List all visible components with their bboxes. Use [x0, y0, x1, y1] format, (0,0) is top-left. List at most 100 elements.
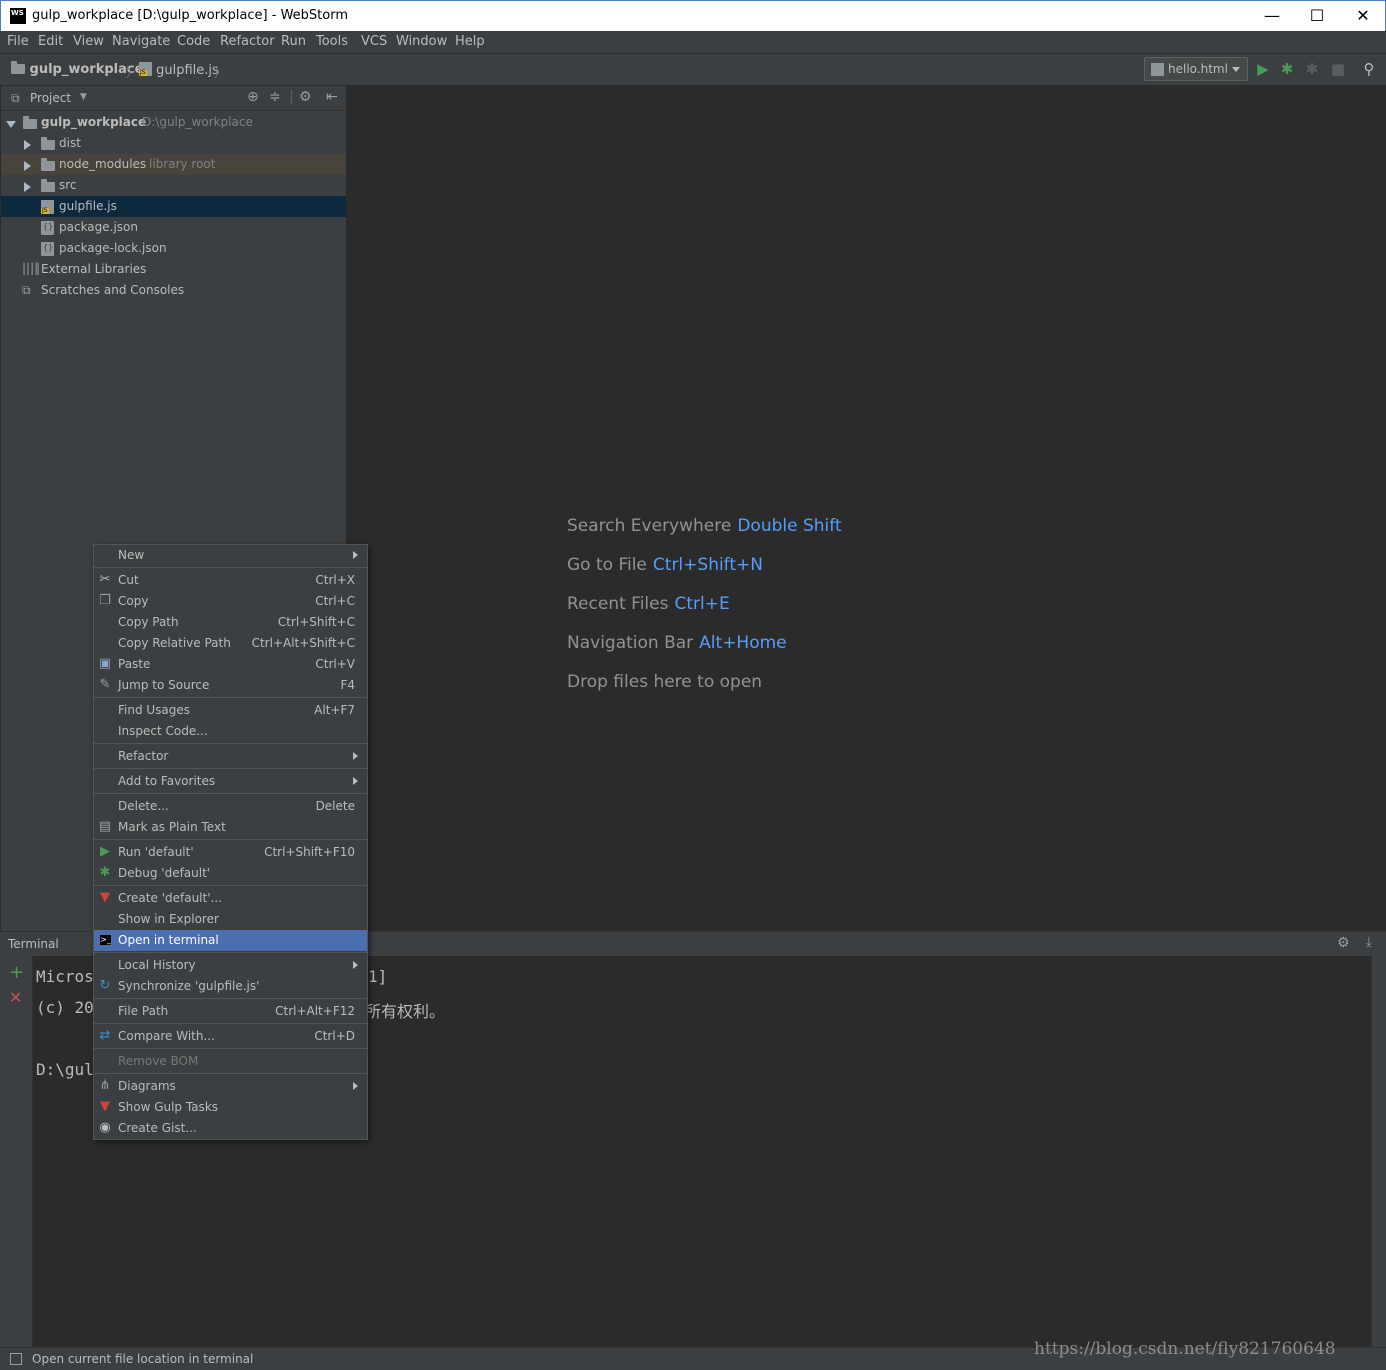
editor-area[interactable]: Search Everywhere Double Shift Go to File…: [346, 86, 1386, 931]
tree-item-scratches[interactable]: ⧉ Scratches and Consoles: [1, 280, 347, 301]
tree-item-package-json[interactable]: package.json: [1, 217, 347, 238]
menu-item-delete[interactable]: Delete... Delete: [94, 796, 367, 817]
menu-item-find-usages[interactable]: Find Usages Alt+F7: [94, 700, 367, 721]
menu-item-show-in-explorer[interactable]: Show in Explorer: [94, 909, 367, 930]
menu-separator: [94, 1048, 367, 1049]
diagram-icon: ⋔: [99, 1078, 111, 1093]
collapse-all-icon[interactable]: ≑: [269, 89, 281, 105]
hide-panel-icon[interactable]: ⇤: [326, 89, 338, 105]
menu-item-open-in-terminal[interactable]: >_ Open in terminal: [94, 930, 367, 951]
hint-go-to-file: Go to File Ctrl+Shift+N: [567, 555, 763, 575]
chevron-down-icon: [1232, 67, 1240, 72]
menu-refactor[interactable]: Refactor: [220, 34, 275, 49]
scroll-from-source-icon[interactable]: ⊕: [247, 89, 259, 105]
chevron-right-icon[interactable]: [24, 182, 31, 192]
menu-item-copy-path[interactable]: Copy Path Ctrl+Shift+C: [94, 612, 367, 633]
tree-item-gulpfile-js[interactable]: gulpfile.js: [1, 196, 347, 217]
terminal-scrollbar[interactable]: [1371, 956, 1386, 1347]
menu-item-refactor[interactable]: Refactor: [94, 746, 367, 767]
menu-edit[interactable]: Edit: [38, 34, 63, 49]
menu-item-copy-relative-path[interactable]: Copy Relative Path Ctrl+Alt+Shift+C: [94, 633, 367, 654]
menu-item-cut[interactable]: ✂ Cut Ctrl+X: [94, 570, 367, 591]
menu-separator: [94, 885, 367, 886]
minimize-button[interactable]: —: [1249, 1, 1295, 31]
menu-item-create-default[interactable]: ▼ Create 'default'...: [94, 888, 367, 909]
menu-separator: [94, 1023, 367, 1024]
maximize-button[interactable]: ☐: [1294, 1, 1340, 31]
close-session-icon[interactable]: ✕: [9, 988, 22, 1007]
add-session-icon[interactable]: +: [9, 962, 24, 983]
menu-run[interactable]: Run: [281, 34, 306, 49]
menu-item-paste[interactable]: ▣ Paste Ctrl+V: [94, 654, 367, 675]
chevron-right-icon[interactable]: [24, 161, 31, 171]
tree-item-external-libraries[interactable]: |||‖ External Libraries: [1, 259, 347, 280]
stop-icon[interactable]: ■: [1329, 60, 1347, 78]
menu-separator: [94, 839, 367, 840]
run-icon[interactable]: ▶: [1254, 60, 1272, 78]
tree-item-gulp-workplace[interactable]: gulp_workplace D:\gulp_workplace: [1, 112, 347, 133]
project-view-selector[interactable]: Project: [30, 91, 71, 105]
menu-item-diagrams[interactable]: ⋔ Diagrams: [94, 1076, 367, 1097]
menu-separator: [94, 793, 367, 794]
scratches-icon: ⧉: [22, 283, 31, 297]
menu-navigate[interactable]: Navigate: [112, 34, 170, 49]
breadcrumb-separator-icon: 〉: [126, 66, 140, 81]
run-configuration-selector[interactable]: hello.html: [1144, 57, 1248, 81]
menu-separator: [94, 998, 367, 999]
terminal-line: D:\gul: [36, 1060, 94, 1079]
chevron-right-icon[interactable]: [24, 140, 31, 150]
chevron-down-icon[interactable]: ▼: [80, 92, 87, 102]
context-menu: New ✂ Cut Ctrl+X ❐ Copy Ctrl+C Copy Path…: [93, 544, 368, 1140]
menu-separator: [94, 743, 367, 744]
menu-item-jump-to-source[interactable]: ✎ Jump to Source F4: [94, 675, 367, 696]
menu-item-run-default[interactable]: ▶ Run 'default' Ctrl+Shift+F10: [94, 842, 367, 863]
folder-icon: [41, 158, 55, 171]
folder-icon: [23, 116, 37, 129]
menu-bar: File Edit View Navigate Code Refactor Ru…: [0, 31, 1386, 54]
menu-vcs[interactable]: VCS: [361, 34, 387, 49]
menu-item-local-history[interactable]: Local History: [94, 955, 367, 976]
hint-shortcut: Alt+Home: [699, 633, 787, 653]
tree-item-package-lock-json[interactable]: package-lock.json: [1, 238, 347, 259]
search-icon[interactable]: ⚲: [1360, 60, 1378, 78]
json-file-icon: [41, 221, 54, 235]
menu-item-file-path[interactable]: File Path Ctrl+Alt+F12: [94, 1001, 367, 1022]
hint-label: Search Everywhere: [567, 516, 732, 536]
tree-item-dist[interactable]: dist: [1, 133, 347, 154]
menu-item-add-to-favorites[interactable]: Add to Favorites: [94, 771, 367, 792]
coverage-icon[interactable]: ✱: [1303, 60, 1321, 78]
menu-item-show-gulp-tasks[interactable]: ▼ Show Gulp Tasks: [94, 1097, 367, 1118]
chevron-right-icon: [353, 752, 358, 760]
breadcrumb-project[interactable]: gulp_workplace: [11, 61, 143, 77]
hint-drop-files: Drop files here to open: [567, 672, 762, 692]
menu-item-create-gist[interactable]: ◉ Create Gist...: [94, 1118, 367, 1139]
menu-file[interactable]: File: [7, 34, 29, 49]
menu-window[interactable]: Window: [396, 34, 447, 49]
chevron-down-icon[interactable]: [6, 121, 16, 128]
close-button[interactable]: ✕: [1340, 1, 1386, 31]
hide-panel-icon[interactable]: ⤓: [1366, 935, 1372, 950]
menu-item-inspect-code[interactable]: Inspect Code...: [94, 721, 367, 742]
menu-item-copy[interactable]: ❐ Copy Ctrl+C: [94, 591, 367, 612]
menu-item-mark-as-plain-text[interactable]: ▤ Mark as Plain Text: [94, 817, 367, 838]
menu-item-compare-with[interactable]: ⇄ Compare With... Ctrl+D: [94, 1026, 367, 1047]
menu-code[interactable]: Code: [177, 34, 210, 49]
menu-item-new[interactable]: New: [94, 545, 367, 566]
menu-view[interactable]: View: [73, 34, 104, 49]
breadcrumb-file-label: gulpfile.js: [156, 63, 219, 78]
gear-icon[interactable]: ⚙: [299, 89, 312, 105]
separator-icon: |: [289, 89, 294, 105]
breadcrumb-file[interactable]: gulpfile.js: [139, 62, 219, 78]
menu-tools[interactable]: Tools: [316, 34, 348, 49]
debug-icon[interactable]: ✱: [1278, 60, 1296, 78]
html-config-icon: [1151, 63, 1164, 76]
menu-item-debug-default[interactable]: ✱ Debug 'default': [94, 863, 367, 884]
tree-item-node-modules[interactable]: node_modules library root: [1, 154, 347, 175]
menu-help[interactable]: Help: [455, 34, 485, 49]
menu-item-synchronize[interactable]: ↻ Synchronize 'gulpfile.js': [94, 976, 367, 997]
gear-icon[interactable]: ⚙: [1337, 935, 1350, 951]
tool-windows-toggle-icon[interactable]: [10, 1353, 22, 1365]
paste-icon: ▣: [98, 656, 112, 671]
chevron-right-icon: [353, 551, 358, 559]
tree-item-src[interactable]: src: [1, 175, 347, 196]
